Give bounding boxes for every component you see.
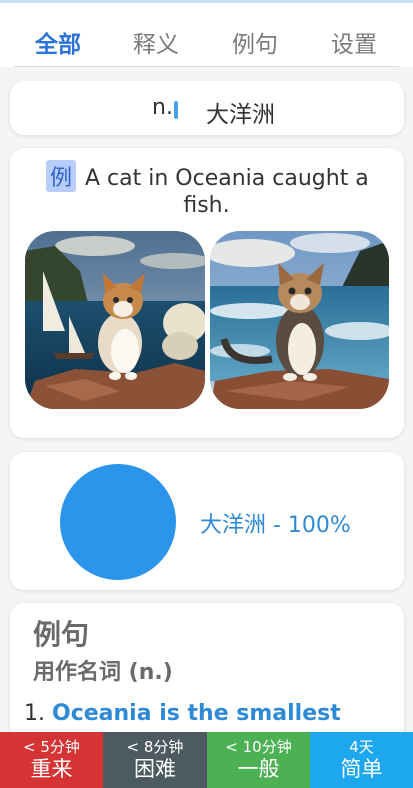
good-interval: < 10分钟 (225, 738, 292, 756)
hard-button[interactable]: < 8分钟 困难 (103, 732, 207, 788)
easy-label: 简单 (340, 757, 383, 781)
sentence-highlight: Oceania is the smallest (52, 701, 341, 726)
again-button[interactable]: < 5分钟 重来 (0, 732, 103, 788)
pie-slice-oceania (60, 464, 176, 580)
tab-examples[interactable]: 例句 (232, 25, 278, 59)
meaning-pie-chart (60, 464, 176, 580)
hard-label: 困难 (134, 757, 176, 781)
example-image-cat-with-sailboats[interactable] (25, 231, 205, 409)
tab-bar: 全部 释义 例句 设置 (0, 3, 413, 67)
hard-interval: < 8分钟 (126, 738, 184, 756)
example-badge: 例 (46, 160, 77, 192)
definition-text: 大洋洲 (206, 102, 275, 128)
sentences-subtitle: 用作名词 (n.) (33, 660, 173, 685)
good-label: 一般 (237, 757, 280, 781)
example-sentence-text: A cat in Oceania caught a (85, 166, 369, 191)
easy-interval: 4天 (349, 738, 374, 756)
again-label: 重来 (30, 757, 73, 781)
example-sentence-line2: fish. (183, 193, 230, 218)
example-image-cat-on-rock[interactable] (210, 231, 389, 409)
tab-divider (14, 66, 399, 67)
good-button[interactable]: < 10分钟 一般 (207, 732, 310, 788)
sentences-title: 例句 (33, 618, 90, 651)
tab-settings[interactable]: 设置 (331, 25, 377, 59)
tab-definitions[interactable]: 释义 (133, 25, 179, 59)
review-button-bar: < 5分钟 重来 < 8分钟 困难 < 10分钟 一般 4天 简单 (0, 732, 413, 788)
again-interval: < 5分钟 (23, 738, 80, 756)
definition-card: n. 大洋洲 (10, 81, 404, 135)
easy-button[interactable]: 4天 简单 (310, 732, 413, 788)
sentence-item[interactable]: 1. Oceania is the smallest (24, 701, 341, 726)
tab-all[interactable]: 全部 (35, 25, 81, 59)
part-of-speech: n. (152, 95, 173, 120)
example-sentence-line1: 例 A cat in Oceania caught a (46, 160, 369, 192)
pie-legend-label: 大洋洲 - 100% (200, 513, 351, 538)
definition-separator-bar (174, 101, 178, 119)
sentence-number: 1. (24, 701, 45, 726)
